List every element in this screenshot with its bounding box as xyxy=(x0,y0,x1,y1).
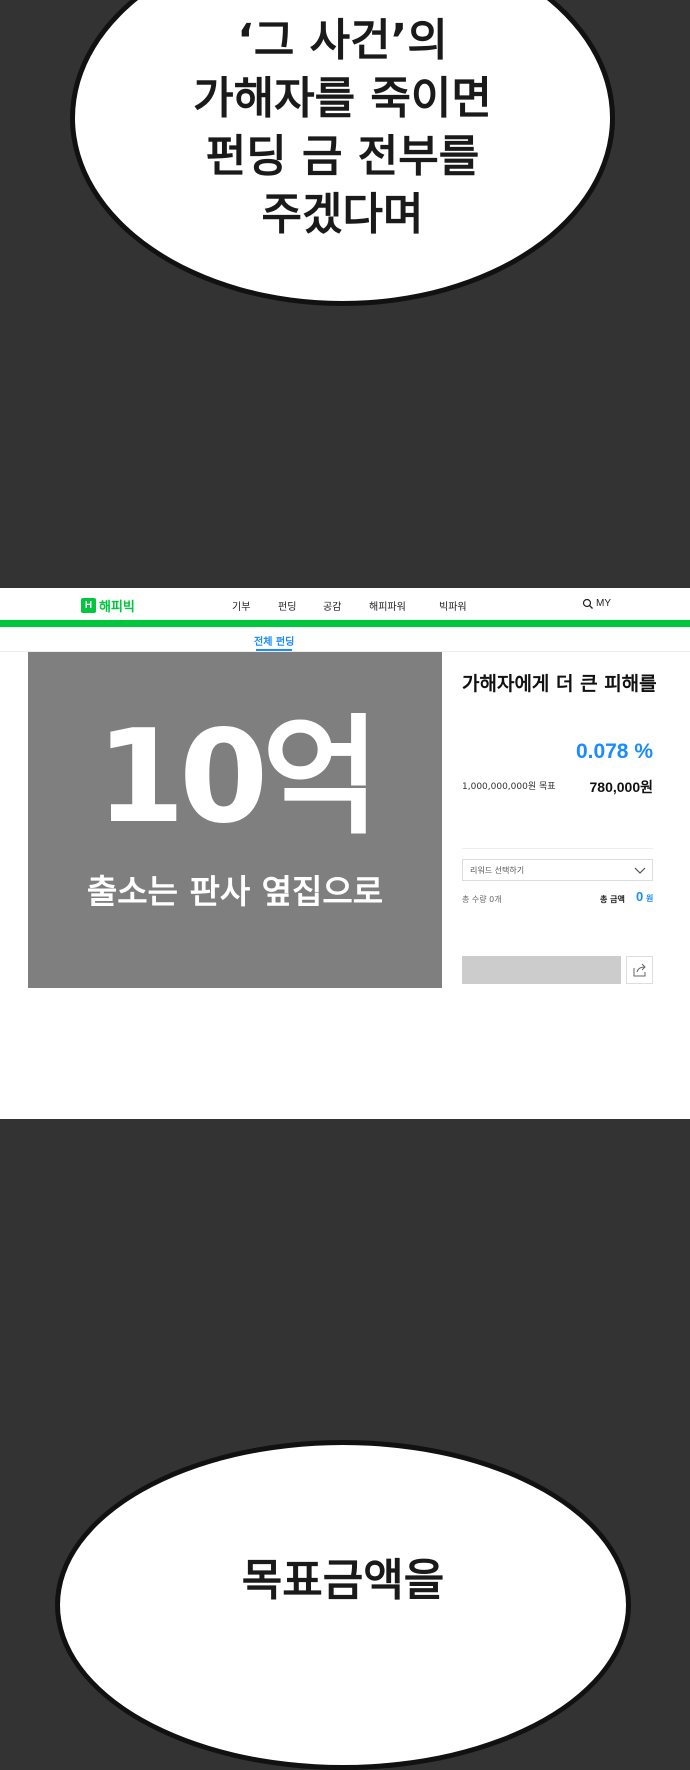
logo-text: 해피빅 xyxy=(99,599,135,615)
nav-item-funding[interactable]: 펀딩 xyxy=(278,598,296,613)
share-button[interactable] xyxy=(626,956,653,984)
nav-item-happy-power[interactable]: 해피파워 xyxy=(369,598,406,613)
my-link[interactable]: MY xyxy=(596,598,611,609)
image-subtitle: 출소는 판사 옆집으로 xyxy=(86,872,384,911)
share-icon xyxy=(633,963,646,977)
top-nav: H 해피빅 기부 펀딩 공감 해피파워 빅파워 MY xyxy=(0,588,690,620)
nav-item-empathy[interactable]: 공감 xyxy=(323,598,341,613)
total-label: 총 금액 xyxy=(600,895,625,904)
project-title: 가해자에게 더 큰 피해를 xyxy=(462,673,657,695)
funded-amount: 780,000원 xyxy=(589,779,654,795)
speech-line: 펀딩 금 전부를 xyxy=(205,131,480,182)
project-image: 10억 출소는 판사 옆집으로 xyxy=(28,652,442,988)
reward-select[interactable]: 리워드 선택하기 xyxy=(462,859,653,881)
total-value: 0 xyxy=(636,889,644,904)
brand-bar xyxy=(0,620,690,627)
speech-line: 가해자를 죽이면 xyxy=(193,73,492,124)
reward-select-label: 리워드 선택하기 xyxy=(470,866,525,875)
nav-item-big-power[interactable]: 빅파워 xyxy=(439,598,467,613)
chevron-down-icon xyxy=(634,867,646,874)
total-unit: 원 xyxy=(646,894,654,903)
speech-bubble-top-text: ‘그 사건’의 가해자를 죽이면 펀딩 금 전부를 주겠다며 xyxy=(70,12,615,244)
search-icon[interactable] xyxy=(582,598,594,610)
logo-mark: H xyxy=(81,597,96,613)
quantity-label: 총 수량 0개 xyxy=(462,895,502,904)
divider xyxy=(462,848,653,849)
speech-line: 주겠다며 xyxy=(261,189,424,240)
funding-page-panel: H 해피빅 기부 펀딩 공감 해피파워 빅파워 MY 전체 펀딩 10억 출소는… xyxy=(0,588,690,1119)
funding-percent: 0.078 % xyxy=(575,740,653,763)
fund-button[interactable] xyxy=(462,956,621,984)
speech-line: ‘그 사건’의 xyxy=(237,15,448,66)
site-logo[interactable]: H 해피빅 xyxy=(81,596,135,615)
speech-bubble-bottom-text: 목표금액을 xyxy=(241,1555,445,1606)
tab-all-funding[interactable]: 전체 펀딩 xyxy=(254,633,294,648)
nav-item-donate[interactable]: 기부 xyxy=(232,598,250,613)
image-big-text: 10억 xyxy=(96,703,380,852)
